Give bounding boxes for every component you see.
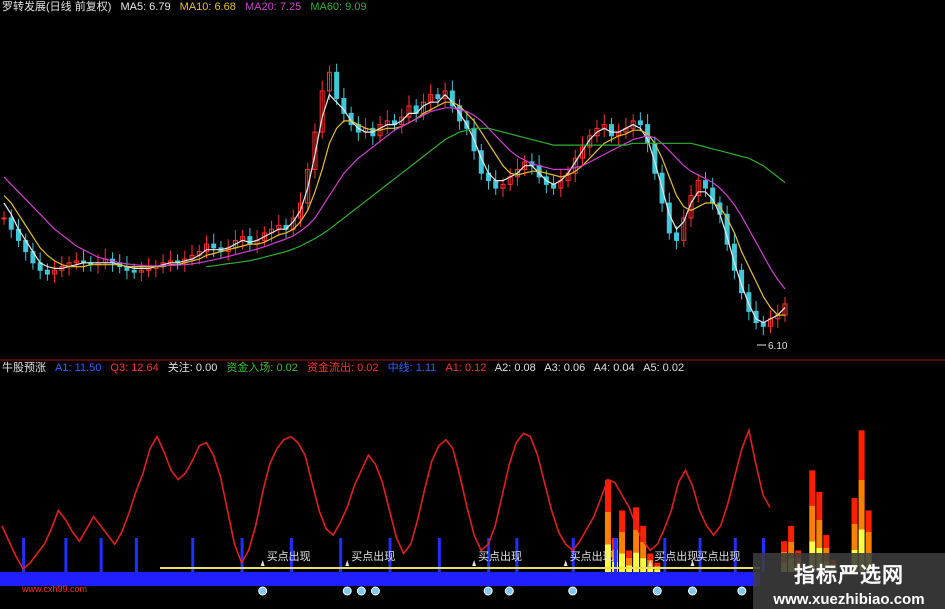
energy-bar-top	[619, 510, 626, 532]
energy-bar-top	[809, 470, 816, 506]
signal-circle	[504, 586, 514, 596]
signal-bar	[99, 538, 103, 572]
energy-bar-mid	[604, 511, 611, 545]
energy-bar-base	[633, 552, 640, 572]
energy-bar-base	[640, 558, 647, 572]
signal-circle	[483, 586, 493, 596]
energy-bar-top	[816, 491, 823, 520]
buy-point-label: 买点出现	[570, 549, 614, 563]
signal-bar	[64, 538, 68, 572]
candle-body	[44, 269, 50, 275]
low-price-label: 6.10	[768, 341, 788, 352]
signal-circle	[737, 586, 747, 596]
energy-bar-top	[654, 562, 661, 566]
ma20-line	[3, 107, 786, 290]
signal-circle	[687, 586, 697, 596]
candlestick-layer	[1, 63, 788, 336]
buy-point-arrow	[563, 560, 568, 566]
buy-point-label: 买点出现	[351, 549, 395, 563]
energy-bar-mid	[816, 519, 823, 548]
energy-bar-mid	[626, 557, 633, 566]
stock-chart: 买点出现 买点出现 买点出现 买点出现 买点出现买点出现 6.10	[0, 63, 945, 596]
energy-bar-top	[858, 430, 865, 480]
candle-body	[247, 236, 253, 245]
low-price-marker: 6.10	[757, 341, 788, 352]
moving-average-layer	[3, 93, 786, 324]
buy-point-label: 买点出现	[654, 549, 698, 563]
site-label: www.cxh99.com	[22, 584, 88, 594]
candle-body	[637, 120, 643, 126]
signal-bar	[134, 538, 138, 572]
watermark-banner: 指标严选网 www.xuezhibiao.com	[753, 553, 945, 609]
buy-point-arrow	[260, 560, 265, 566]
candle-body	[211, 243, 217, 249]
energy-bar-base	[619, 553, 626, 572]
candle-body	[334, 71, 340, 99]
trend-line	[1, 427, 771, 571]
energy-bar-mid	[633, 529, 640, 553]
candle-body	[435, 94, 441, 99]
candle-body	[674, 232, 680, 241]
buy-point-label: 买点出现	[696, 549, 740, 563]
signal-circle	[258, 586, 268, 596]
signal-circle	[370, 586, 380, 596]
blue-band	[0, 572, 760, 586]
candle-body	[131, 269, 137, 273]
signal-circle	[652, 586, 662, 596]
signal-bar	[437, 538, 441, 572]
candle-body	[493, 180, 499, 189]
indicator-line-layer	[1, 427, 771, 571]
watermark-title: 指标严选网	[794, 564, 904, 587]
signal-circle	[356, 586, 366, 596]
energy-bar-top	[823, 535, 830, 548]
energy-bar-mid	[809, 505, 816, 542]
buy-point-label: 买点出现	[267, 549, 311, 563]
watermark-url: www.xuezhibiao.com	[773, 591, 925, 608]
candle-body	[608, 124, 614, 137]
energy-bar-base	[654, 569, 661, 572]
signal-bar	[613, 538, 617, 572]
energy-bar-mid	[858, 479, 865, 530]
signal-bar	[339, 538, 343, 572]
energy-bar-top	[781, 541, 788, 552]
energy-bar-top	[788, 525, 795, 542]
energy-bar-mid	[619, 531, 626, 554]
signal-bar	[240, 538, 244, 572]
signal-circle	[568, 586, 578, 596]
buy-point-label: 买点出现	[478, 549, 522, 563]
candle-body	[8, 217, 14, 230]
candle-body	[702, 180, 708, 189]
signal-bar	[191, 538, 195, 572]
buy-point-arrow	[472, 560, 477, 566]
candle-body	[1, 217, 7, 220]
energy-bar-top	[647, 553, 654, 560]
signal-circle	[342, 586, 352, 596]
energy-bar-top	[851, 498, 858, 524]
energy-bar-mid	[851, 523, 858, 550]
energy-bar-mid	[865, 531, 872, 554]
energy-bar-top	[865, 510, 872, 532]
energy-bar-top	[626, 550, 633, 558]
buy-point-arrow	[345, 560, 350, 566]
